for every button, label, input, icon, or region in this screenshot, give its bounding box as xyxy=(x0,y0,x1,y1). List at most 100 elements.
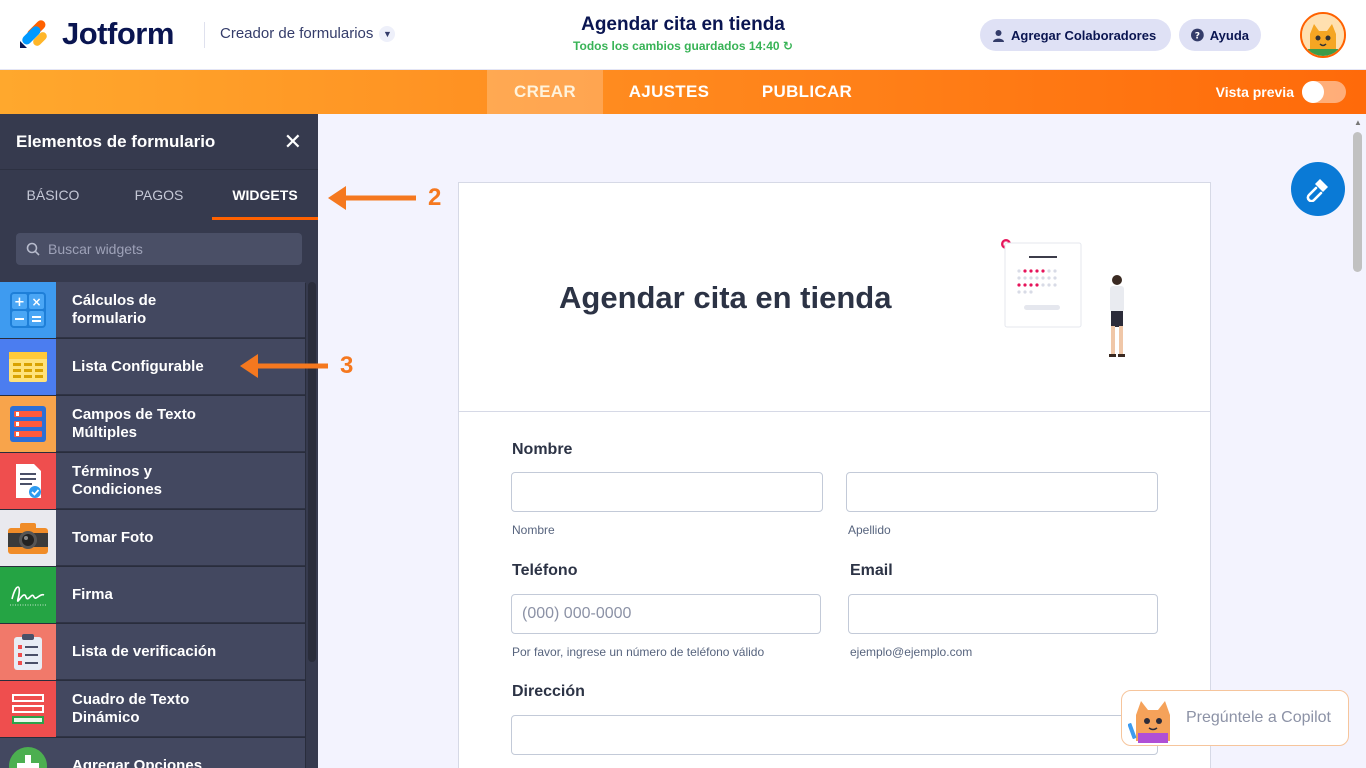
form-header[interactable]: Agendar cita en tienda xyxy=(459,183,1210,412)
phone-sublabel: Por favor, ingrese un número de teléfono… xyxy=(512,645,765,659)
widget-label: Campos de Texto Múltiples xyxy=(72,405,196,441)
camera-icon xyxy=(0,509,56,566)
name-label: Nombre xyxy=(512,441,573,458)
preview-toggle[interactable] xyxy=(1302,81,1346,103)
first-name-sublabel: Nombre xyxy=(512,523,555,537)
checklist-clipboard-icon xyxy=(0,623,56,680)
builder-menu-label: Creador de formularios xyxy=(220,25,374,42)
user-icon xyxy=(993,29,1004,42)
last-name-input[interactable] xyxy=(846,472,1158,512)
widget-label: Lista de verificación xyxy=(72,642,217,660)
jotform-logo[interactable]: Jotform xyxy=(18,16,174,52)
chevron-down-icon: ▼ xyxy=(379,25,396,42)
page-scrollbar[interactable]: ▲ xyxy=(1350,114,1366,768)
widget-label: Agregar Opciones xyxy=(72,756,203,768)
panel-tabs: BÁSICO PAGOS WIDGETS xyxy=(0,169,318,220)
widget-label: Lista Configurable xyxy=(72,357,204,375)
panel-tab-basic[interactable]: BÁSICO xyxy=(0,170,106,220)
copilot-label: Pregúntele a Copilot xyxy=(1186,709,1331,726)
panel-scrollbar-thumb[interactable] xyxy=(308,282,316,662)
email-sublabel: ejemplo@ejemplo.com xyxy=(850,645,973,659)
annotation-arrow-3: 3 xyxy=(240,350,353,382)
email-label: Email xyxy=(850,562,893,579)
widget-search-area: Buscar widgets xyxy=(0,219,318,283)
phone-input[interactable]: (000) 000-0000 xyxy=(511,594,821,634)
help-label: Ayuda xyxy=(1209,27,1249,43)
preview-control: Vista previa xyxy=(1216,81,1346,103)
brand-name: Jotform xyxy=(62,16,174,51)
dynamic-textbox-icon xyxy=(0,680,56,737)
widget-item-form-calculations[interactable]: + × Cálculos de formulario xyxy=(0,282,305,338)
panel-tab-widgets[interactable]: WIDGETS xyxy=(212,170,318,220)
form-heading[interactable]: Agendar cita en tienda xyxy=(559,280,891,316)
cat-avatar-icon xyxy=(1302,14,1344,56)
add-collaborators-button[interactable]: Agregar Colaboradores xyxy=(980,19,1171,51)
jotform-logo-icon xyxy=(20,20,47,48)
widget-search-placeholder: Buscar widgets xyxy=(48,241,143,257)
last-name-sublabel: Apellido xyxy=(848,523,891,537)
user-avatar[interactable] xyxy=(1300,12,1346,58)
form-designer-button[interactable] xyxy=(1291,162,1345,216)
builder-nav: CREAR AJUSTES PUBLICAR Vista previa xyxy=(0,70,1366,114)
header-divider xyxy=(204,22,205,48)
panel-title: Elementos de formulario xyxy=(16,131,216,151)
close-icon[interactable]: ✕ xyxy=(284,129,302,155)
svg-text:+: + xyxy=(14,295,25,310)
scroll-up-icon[interactable]: ▲ xyxy=(1354,118,1362,127)
email-input[interactable] xyxy=(848,594,1158,634)
toggle-knob xyxy=(1302,81,1324,103)
save-status-text: Todos los cambios guardados 14:40 xyxy=(573,39,780,53)
widget-label: Cuadro de Texto Dinámico xyxy=(72,690,190,726)
save-status: Todos los cambios guardados 14:40 ↻ xyxy=(483,39,883,53)
widget-label: Firma xyxy=(72,585,113,603)
top-header: Jotform Creador de formularios ▼ Agendar… xyxy=(0,0,1366,70)
calendar-person-illustration xyxy=(1001,239,1125,357)
annotation-number: 2 xyxy=(428,184,442,211)
widget-item-take-photo[interactable]: Tomar Foto xyxy=(0,509,305,566)
preview-label: Vista previa xyxy=(1215,84,1294,100)
add-collaborators-label: Agregar Colaboradores xyxy=(1011,27,1157,43)
panel-header: Elementos de formulario ✕ xyxy=(0,114,318,169)
widget-label: Términos y Condiciones xyxy=(72,462,163,498)
annotation-number: 3 xyxy=(340,352,354,379)
widget-label: Cálculos de formulario xyxy=(72,291,157,327)
builder-menu[interactable]: Creador de formularios ▼ xyxy=(220,25,396,42)
document-check-icon xyxy=(0,452,56,509)
help-icon: ? xyxy=(1191,28,1204,42)
tab-publish[interactable]: PUBLICAR xyxy=(745,70,869,114)
arrow-left-icon xyxy=(328,186,416,210)
form-card: Agendar cita en tienda Nombre Nombre Ape… xyxy=(458,182,1211,768)
widget-item-dynamic-textbox[interactable]: Cuadro de Texto Dinámico xyxy=(0,680,305,737)
widget-search-input[interactable]: Buscar widgets xyxy=(16,233,302,265)
plus-circle-icon xyxy=(0,737,56,768)
table-grid-icon xyxy=(0,338,56,395)
widget-item-add-options[interactable]: Agregar Opciones xyxy=(0,737,305,768)
tab-create[interactable]: CREAR xyxy=(487,70,603,114)
refresh-icon: ↻ xyxy=(782,39,793,53)
tab-settings[interactable]: AJUSTES xyxy=(610,70,728,114)
paint-roller-icon xyxy=(1306,179,1328,202)
widget-item-signature[interactable]: Firma xyxy=(0,566,305,623)
widget-label: Tomar Foto xyxy=(72,528,154,546)
first-name-input[interactable] xyxy=(511,472,823,512)
copilot-button[interactable]: Pregúntele a Copilot xyxy=(1121,690,1349,746)
panel-tab-payments[interactable]: PAGOS xyxy=(106,170,212,220)
phone-label: Teléfono xyxy=(512,562,578,579)
page-scrollbar-thumb[interactable] xyxy=(1353,132,1362,272)
svg-text:×: × xyxy=(31,295,41,309)
address-label: Dirección xyxy=(512,683,585,700)
multi-text-fields-icon xyxy=(0,395,56,452)
calculator-icon: + × xyxy=(0,282,56,338)
form-title[interactable]: Agendar cita en tienda xyxy=(483,14,883,36)
svg-text:?: ? xyxy=(1195,32,1200,42)
signature-icon xyxy=(0,566,56,623)
annotation-arrow-2: 2 xyxy=(328,182,441,214)
widget-item-checklist[interactable]: Lista de verificación xyxy=(0,623,305,680)
widget-item-terms-conditions[interactable]: Términos y Condiciones xyxy=(0,452,305,509)
help-button[interactable]: ? Ayuda xyxy=(1179,19,1261,51)
widget-item-multiple-text-fields[interactable]: Campos de Texto Múltiples xyxy=(0,395,305,452)
form-title-block: Agendar cita en tienda Todos los cambios… xyxy=(483,14,883,53)
search-icon xyxy=(26,242,40,256)
copilot-cat-icon xyxy=(1128,701,1170,743)
address-input[interactable] xyxy=(511,715,1158,755)
